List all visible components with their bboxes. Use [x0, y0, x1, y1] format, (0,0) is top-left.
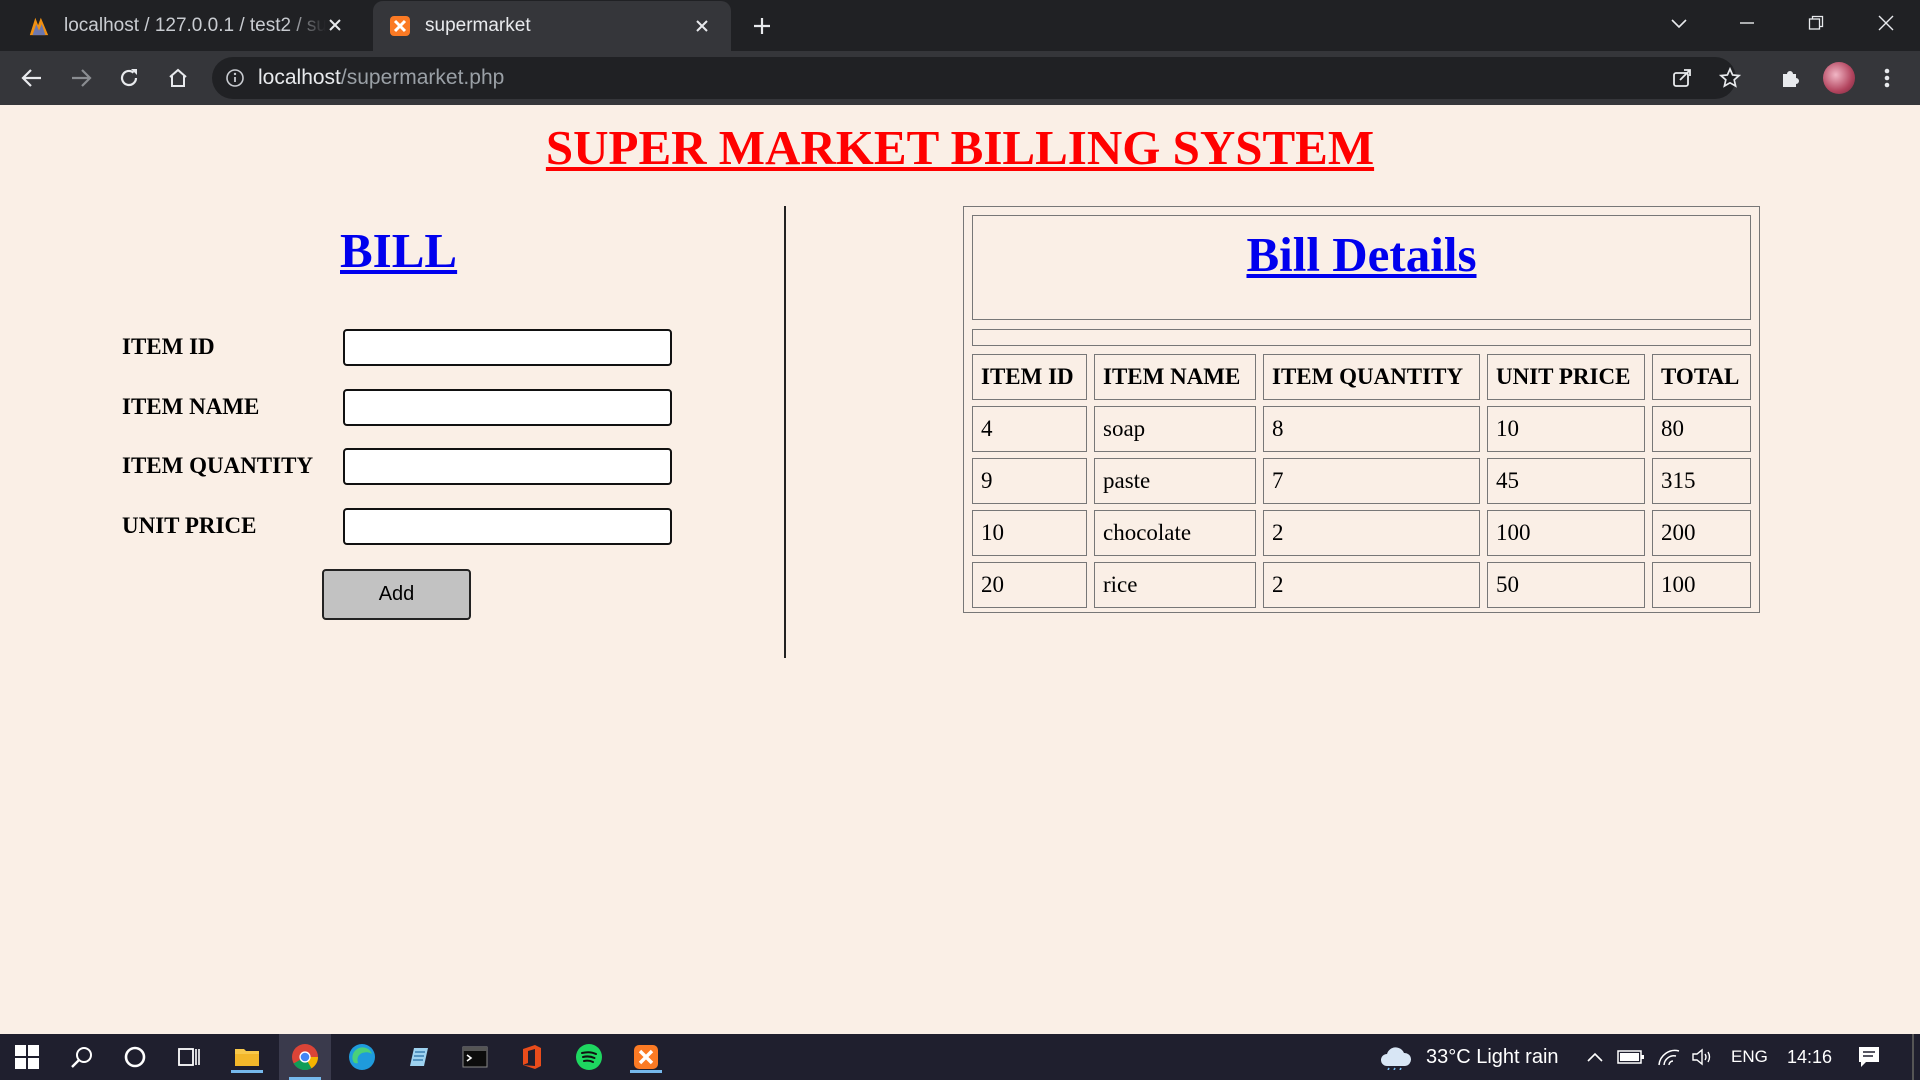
chrome-taskbar-icon[interactable]	[279, 1034, 331, 1080]
table-cell-total: 200	[1652, 510, 1751, 556]
browser-toolbar: localhost/supermarket.php	[0, 51, 1920, 105]
table-cell-item-quantity: 2	[1263, 562, 1480, 608]
vertical-divider	[784, 206, 786, 658]
office-icon[interactable]	[516, 1041, 548, 1073]
terminal-icon[interactable]	[459, 1041, 491, 1073]
table-header-unit-price: UNIT PRICE	[1487, 354, 1645, 400]
page-content: SUPER MARKET BILLING SYSTEM BILL ITEM ID…	[0, 105, 1920, 1034]
task-view-icon[interactable]	[172, 1041, 204, 1073]
volume-icon[interactable]	[1688, 1041, 1716, 1073]
table-cell-item-name: soap	[1094, 406, 1256, 452]
weather-cloud-icon[interactable]	[1379, 1041, 1413, 1073]
close-tab-icon[interactable]	[691, 15, 713, 37]
extensions-puzzle-icon[interactable]	[1775, 63, 1805, 93]
close-window-icon[interactable]	[1866, 8, 1906, 38]
battery-icon[interactable]	[1617, 1041, 1645, 1073]
browser-tab-strip: localhost / 127.0.0.1 / test2 / supermar…	[0, 0, 1920, 51]
new-tab-icon[interactable]	[748, 12, 776, 40]
table-header-item-id: ITEM ID	[972, 354, 1087, 400]
url-host: localhost	[258, 66, 341, 89]
weather-text[interactable]: 33°C Light rain	[1426, 1034, 1559, 1080]
table-cell-item-name: chocolate	[1094, 510, 1256, 556]
bill-heading-link[interactable]: BILL	[340, 222, 457, 279]
file-explorer-icon[interactable]	[231, 1041, 263, 1073]
show-desktop-strip[interactable]	[1912, 1034, 1914, 1080]
table-cell-item-id: 10	[972, 510, 1087, 556]
table-cell-item-quantity: 2	[1263, 510, 1480, 556]
unit-price-label: UNIT PRICE	[122, 513, 257, 538]
bookmark-star-icon[interactable]	[1715, 63, 1745, 93]
item-name-label: ITEM NAME	[122, 394, 260, 419]
language-indicator[interactable]: ENG	[1731, 1034, 1768, 1080]
profile-avatar[interactable]	[1823, 62, 1855, 94]
table-cell-total: 315	[1652, 458, 1751, 504]
url-path: /supermarket.php	[340, 66, 505, 89]
tab-search-chevron-icon[interactable]	[1659, 8, 1699, 38]
bill-details-heading-link[interactable]: Bill Details	[973, 226, 1750, 283]
search-icon[interactable]	[66, 1041, 98, 1073]
table-cell-unit-price: 100	[1487, 510, 1645, 556]
site-info-icon[interactable]	[224, 67, 246, 89]
item-quantity-label: ITEM QUANTITY	[122, 453, 314, 478]
tab-supermarket[interactable]: supermarket	[373, 1, 731, 51]
item-id-input[interactable]	[343, 329, 672, 366]
table-cell-unit-price: 50	[1487, 562, 1645, 608]
browser-menu-icon[interactable]	[1872, 63, 1902, 93]
table-header-item-name: ITEM NAME	[1094, 354, 1256, 400]
xampp-favicon-icon	[389, 15, 411, 37]
address-bar[interactable]: localhost/supermarket.php	[212, 57, 1736, 99]
item-id-label: ITEM ID	[122, 334, 215, 359]
forward-arrow-icon[interactable]	[66, 63, 96, 93]
share-icon[interactable]	[1667, 63, 1697, 93]
edge-icon[interactable]	[346, 1041, 378, 1073]
home-icon[interactable]	[163, 63, 193, 93]
spotify-icon[interactable]	[573, 1041, 605, 1073]
table-cell-item-id: 4	[972, 406, 1087, 452]
table-cell-unit-price: 10	[1487, 406, 1645, 452]
windows-start-icon[interactable]	[11, 1041, 43, 1073]
unit-price-input[interactable]	[343, 508, 672, 545]
bill-details-header-cell: Bill Details	[972, 215, 1751, 320]
tab-phpmyadmin[interactable]: localhost / 127.0.0.1 / test2 / supermar…	[0, 0, 364, 51]
table-cell-item-quantity: 8	[1263, 406, 1480, 452]
item-name-input[interactable]	[343, 389, 672, 426]
empty-row	[972, 329, 1751, 346]
notifications-icon[interactable]	[1853, 1041, 1885, 1073]
table-cell-item-name: rice	[1094, 562, 1256, 608]
table-cell-item-id: 9	[972, 458, 1087, 504]
cortana-icon[interactable]	[119, 1041, 151, 1073]
back-arrow-icon[interactable]	[17, 63, 47, 93]
minimize-icon[interactable]	[1727, 8, 1767, 38]
wifi-icon[interactable]	[1655, 1041, 1683, 1073]
restore-icon[interactable]	[1796, 8, 1836, 38]
url-text: localhost/supermarket.php	[258, 66, 504, 90]
windows-taskbar: 33°C Light rain ENG 14:16	[0, 1034, 1920, 1080]
table-header-item-quantity: ITEM QUANTITY	[1263, 354, 1480, 400]
reload-icon[interactable]	[114, 63, 144, 93]
table-cell-item-quantity: 7	[1263, 458, 1480, 504]
table-cell-item-name: paste	[1094, 458, 1256, 504]
item-quantity-input[interactable]	[343, 448, 672, 485]
close-tab-icon[interactable]	[324, 14, 346, 36]
tab-title: localhost / 127.0.0.1 / test2 / supermar…	[64, 14, 326, 36]
notepad-icon[interactable]	[403, 1041, 435, 1073]
table-header-total: TOTAL	[1652, 354, 1751, 400]
add-button[interactable]: Add	[322, 569, 471, 620]
phpmyadmin-favicon-icon	[28, 15, 50, 37]
table-cell-item-id: 20	[972, 562, 1087, 608]
bill-details-table: Bill Details ITEM ID ITEM NAME ITEM QUAN…	[963, 206, 1760, 613]
tab-title: supermarket	[425, 15, 531, 36]
table-cell-total: 100	[1652, 562, 1751, 608]
clock-time[interactable]: 14:16	[1787, 1034, 1832, 1080]
show-hidden-icons-chevron-icon[interactable]	[1584, 1041, 1606, 1073]
table-cell-total: 80	[1652, 406, 1751, 452]
table-cell-unit-price: 45	[1487, 458, 1645, 504]
page-title: SUPER MARKET BILLING SYSTEM	[545, 120, 1375, 175]
xampp-icon[interactable]	[630, 1041, 662, 1073]
